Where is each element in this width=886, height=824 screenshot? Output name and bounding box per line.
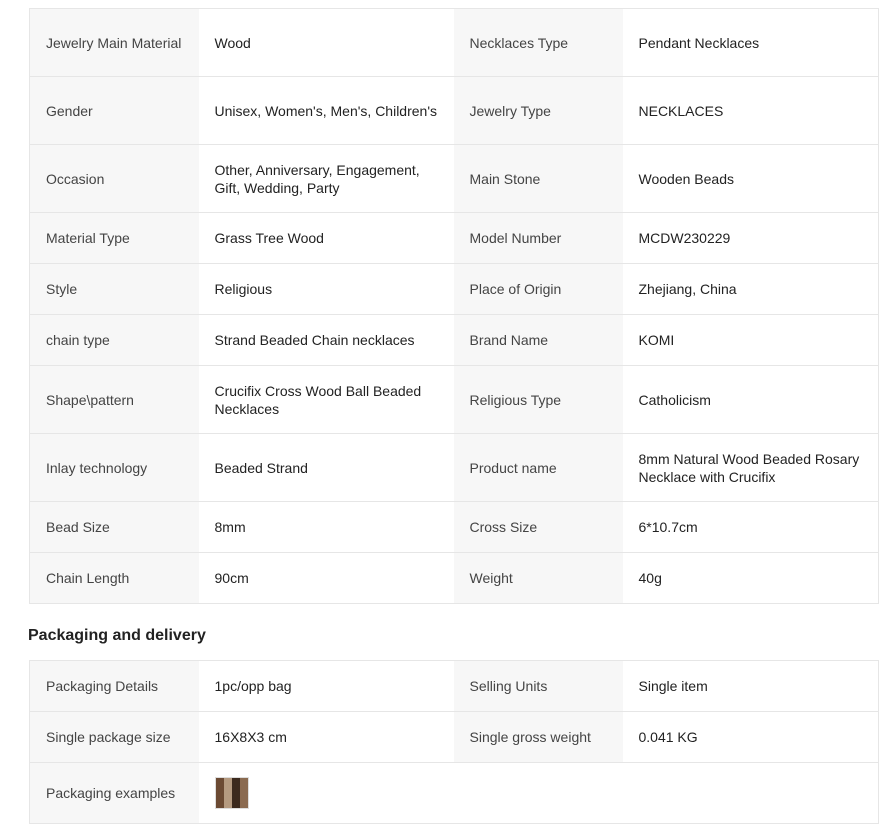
table-row: Style Religious Place of Origin Zhejiang, C…	[29, 263, 879, 315]
attribute-value: 0.041 KG	[622, 711, 879, 763]
packaging-table: Packaging Details 1pc/opp bag Selling Unit…	[29, 660, 879, 824]
attribute-value: NECKLACES	[622, 76, 879, 145]
attribute-value: Pendant Necklaces	[622, 8, 879, 77]
attribute-key: Shape\pattern	[29, 365, 199, 434]
attribute-key: Cross Size	[453, 501, 623, 553]
attribute-value: Strand Beaded Chain necklaces	[198, 314, 454, 366]
attribute-key: chain type	[29, 314, 199, 366]
table-row: chain type Strand Beaded Chain necklaces B…	[29, 314, 879, 366]
attribute-key: Single package size	[29, 711, 199, 763]
attribute-key: Gender	[29, 76, 199, 145]
attribute-value: Catholicism	[622, 365, 879, 434]
table-row: Single package size 16X8X3 cm Single gross…	[29, 711, 879, 763]
table-row: Chain Length 90cm Weight 40g	[29, 552, 879, 604]
attribute-key: Inlay technology	[29, 433, 199, 502]
attribute-key: Packaging Details	[29, 660, 199, 712]
attribute-key: Bead Size	[29, 501, 199, 553]
attribute-key: Occasion	[29, 144, 199, 213]
attribute-value: Single item	[622, 660, 879, 712]
attribute-value: Religious	[198, 263, 454, 315]
attribute-value: 1pc/opp bag	[198, 660, 454, 712]
attribute-key: Style	[29, 263, 199, 315]
table-row: Inlay technology Beaded Strand Product nam…	[29, 433, 879, 502]
attribute-value: 8mm	[198, 501, 454, 553]
table-row: Packaging Details 1pc/opp bag Selling Unit…	[29, 660, 879, 712]
attribute-value: 90cm	[198, 552, 454, 604]
attribute-key: Necklaces Type	[453, 8, 623, 77]
packaging-examples-cell	[198, 762, 879, 824]
attribute-key: Chain Length	[29, 552, 199, 604]
table-row: Occasion Other, Anniversary, Engagement, …	[29, 144, 879, 213]
attribute-key: Selling Units	[453, 660, 623, 712]
attribute-key: Weight	[453, 552, 623, 604]
attribute-key: Jewelry Type	[453, 76, 623, 145]
table-row: Material Type Grass Tree Wood Model Number…	[29, 212, 879, 264]
attribute-value: Zhejiang, China	[622, 263, 879, 315]
attribute-value: MCDW230229	[622, 212, 879, 264]
table-row: Packaging examples	[29, 762, 879, 824]
attribute-value: Wooden Beads	[622, 144, 879, 213]
attribute-value: 6*10.7cm	[622, 501, 879, 553]
attribute-value: 40g	[622, 552, 879, 604]
attribute-key: Main Stone	[453, 144, 623, 213]
attribute-value: 16X8X3 cm	[198, 711, 454, 763]
table-row: Shape\pattern Crucifix Cross Wood Ball Be…	[29, 365, 879, 434]
attribute-key: Material Type	[29, 212, 199, 264]
attribute-value: KOMI	[622, 314, 879, 366]
attribute-key: Product name	[453, 433, 623, 502]
attribute-key: Place of Origin	[453, 263, 623, 315]
table-row: Gender Unisex, Women's, Men's, Children's…	[29, 76, 879, 145]
table-row: Jewelry Main Material Wood Necklaces Type P…	[29, 8, 879, 77]
attribute-key: Religious Type	[453, 365, 623, 434]
attribute-value: Other, Anniversary, Engagement, Gift, We…	[198, 144, 454, 213]
attribute-key: Single gross weight	[453, 711, 623, 763]
packaging-example-thumbnail[interactable]	[214, 777, 249, 809]
attribute-value: Grass Tree Wood	[198, 212, 454, 264]
packaging-section-title: Packaging and delivery	[28, 627, 206, 644]
attribute-key: Packaging examples	[29, 762, 199, 824]
attribute-key: Brand Name	[453, 314, 623, 366]
attribute-key: Jewelry Main Material	[29, 8, 199, 77]
attribute-value: Crucifix Cross Wood Ball Beaded Necklace…	[198, 365, 454, 434]
attribute-value: Unisex, Women's, Men's, Children's	[198, 76, 454, 145]
attribute-value: Wood	[198, 8, 454, 77]
table-row: Bead Size 8mm Cross Size 6*10.7cm	[29, 501, 879, 553]
attribute-key: Model Number	[453, 212, 623, 264]
product-attributes-table: Jewelry Main Material Wood Necklaces Type P…	[29, 8, 879, 604]
attribute-value: Beaded Strand	[198, 433, 454, 502]
attribute-value: 8mm Natural Wood Beaded Rosary Necklace …	[622, 433, 879, 502]
